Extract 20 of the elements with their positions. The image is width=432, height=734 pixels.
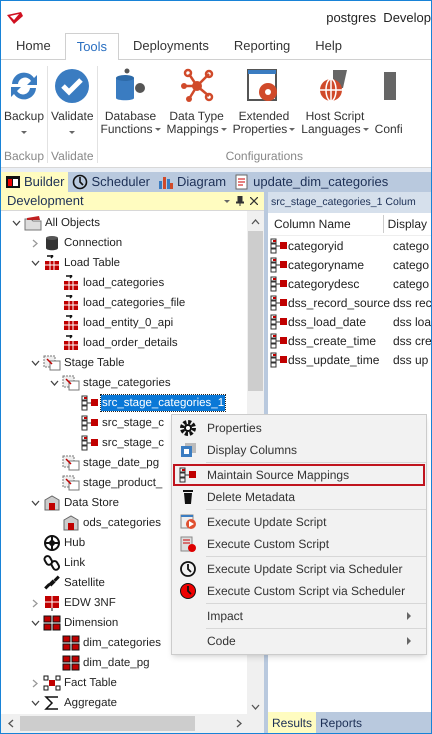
group-label: Configurations	[224, 149, 304, 163]
table-cell-text: categoryname	[288, 256, 364, 274]
window-title: postgres Develop	[326, 8, 431, 27]
table-cell-text: dss loa	[392, 314, 431, 330]
table-cell-text: dss_update_time	[288, 352, 380, 368]
table-cell-text: dss_create_time	[288, 332, 376, 350]
table-cell-text: dss_load_date	[288, 314, 366, 330]
table-cell-text: dss cre	[392, 332, 431, 350]
panel-title: Development	[7, 192, 84, 210]
panel-title: src_stage_categories_1 Colum	[271, 194, 416, 210]
table-cell-text: dss up	[392, 352, 428, 368]
table-cell-text: dss_record_source	[288, 294, 390, 312]
table-cell-text: categoryid	[288, 238, 344, 254]
table-cell-text: dss rec	[392, 294, 431, 312]
table-cell-text: catego	[392, 256, 430, 274]
table-cell-text: categorydesc	[288, 276, 360, 292]
group-label: Validate	[50, 149, 95, 163]
table-cell-text: catego	[392, 238, 430, 254]
table-cell-text: catego	[392, 276, 430, 292]
group-label: Backup	[3, 149, 46, 163]
